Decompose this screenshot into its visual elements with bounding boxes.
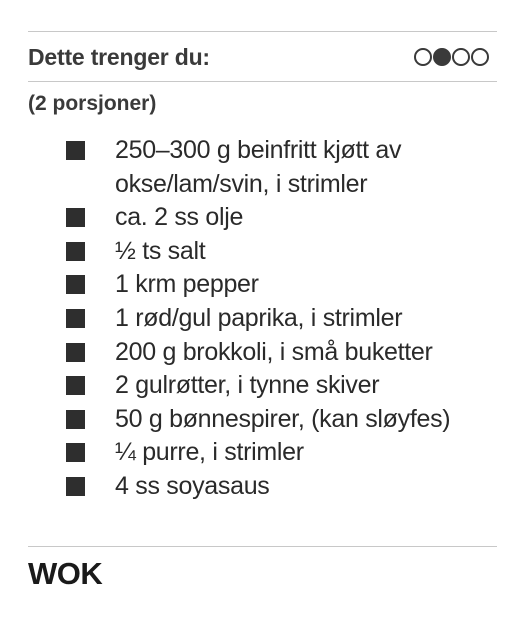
square-bullet-icon bbox=[66, 208, 85, 228]
square-bullet-icon bbox=[66, 141, 85, 160]
ingredient-text: 250–300 g beinfritt kjøtt av okse/lam/sv… bbox=[115, 136, 402, 198]
ingredient-text: 50 g bønnespirer, (kan sløyfes) bbox=[115, 404, 451, 433]
top-divider bbox=[28, 31, 497, 32]
bottom-divider bbox=[28, 546, 497, 547]
header-divider bbox=[28, 81, 497, 82]
ingredient-text: 1 rød/gul paprika, i strimler bbox=[115, 303, 403, 332]
square-bullet-icon bbox=[66, 443, 85, 463]
recipe-title: WOK bbox=[28, 556, 103, 591]
header-title: Dette trenger du: bbox=[28, 43, 210, 70]
servings-label: (2 porsjoner) bbox=[28, 92, 157, 115]
ingredients-header: Dette trenger du: bbox=[28, 40, 497, 74]
square-bullet-icon bbox=[66, 409, 85, 429]
ingredient-item: ½ ts salt bbox=[66, 235, 506, 269]
square-bullet-icon bbox=[66, 376, 85, 396]
ingredient-text: ¼ purre, i strimler bbox=[115, 438, 304, 467]
ingredient-item: ¼ purre, i strimler bbox=[66, 436, 506, 470]
square-bullet-icon bbox=[66, 241, 85, 261]
ingredient-text: 2 gulrøtter, i tynne skiver bbox=[115, 371, 380, 400]
difficulty-dot-icon bbox=[433, 48, 451, 66]
difficulty-dot-icon bbox=[452, 48, 470, 66]
ingredient-item: 1 krm pepper bbox=[66, 268, 506, 302]
square-bullet-icon bbox=[66, 275, 85, 295]
square-bullet-icon bbox=[66, 308, 85, 328]
difficulty-dot-icon bbox=[414, 48, 432, 66]
ingredient-item: 200 g brokkoli, i små buketter bbox=[66, 336, 506, 370]
square-bullet-icon bbox=[66, 476, 85, 496]
square-bullet-icon bbox=[66, 342, 85, 362]
ingredient-item: 250–300 g beinfritt kjøtt av okse/lam/sv… bbox=[66, 134, 506, 201]
ingredient-item: 4 ss soyasaus bbox=[66, 470, 506, 504]
difficulty-indicator bbox=[414, 48, 489, 66]
ingredient-text: 200 g brokkoli, i små buketter bbox=[115, 337, 433, 366]
ingredient-item: 2 gulrøtter, i tynne skiver bbox=[66, 369, 506, 403]
ingredient-list: 250–300 g beinfritt kjøtt av okse/lam/sv… bbox=[66, 134, 506, 504]
ingredient-text: ca. 2 ss olje bbox=[115, 203, 244, 232]
ingredient-item: ca. 2 ss olje bbox=[66, 201, 506, 235]
ingredient-text: ½ ts salt bbox=[115, 236, 206, 265]
ingredient-item: 1 rød/gul paprika, i strimler bbox=[66, 302, 506, 336]
difficulty-dot-icon bbox=[471, 48, 489, 66]
ingredient-text: 4 ss soyasaus bbox=[115, 471, 270, 500]
ingredient-text: 1 krm pepper bbox=[115, 270, 259, 299]
ingredient-item: 50 g bønnespirer, (kan sløyfes) bbox=[66, 403, 506, 437]
